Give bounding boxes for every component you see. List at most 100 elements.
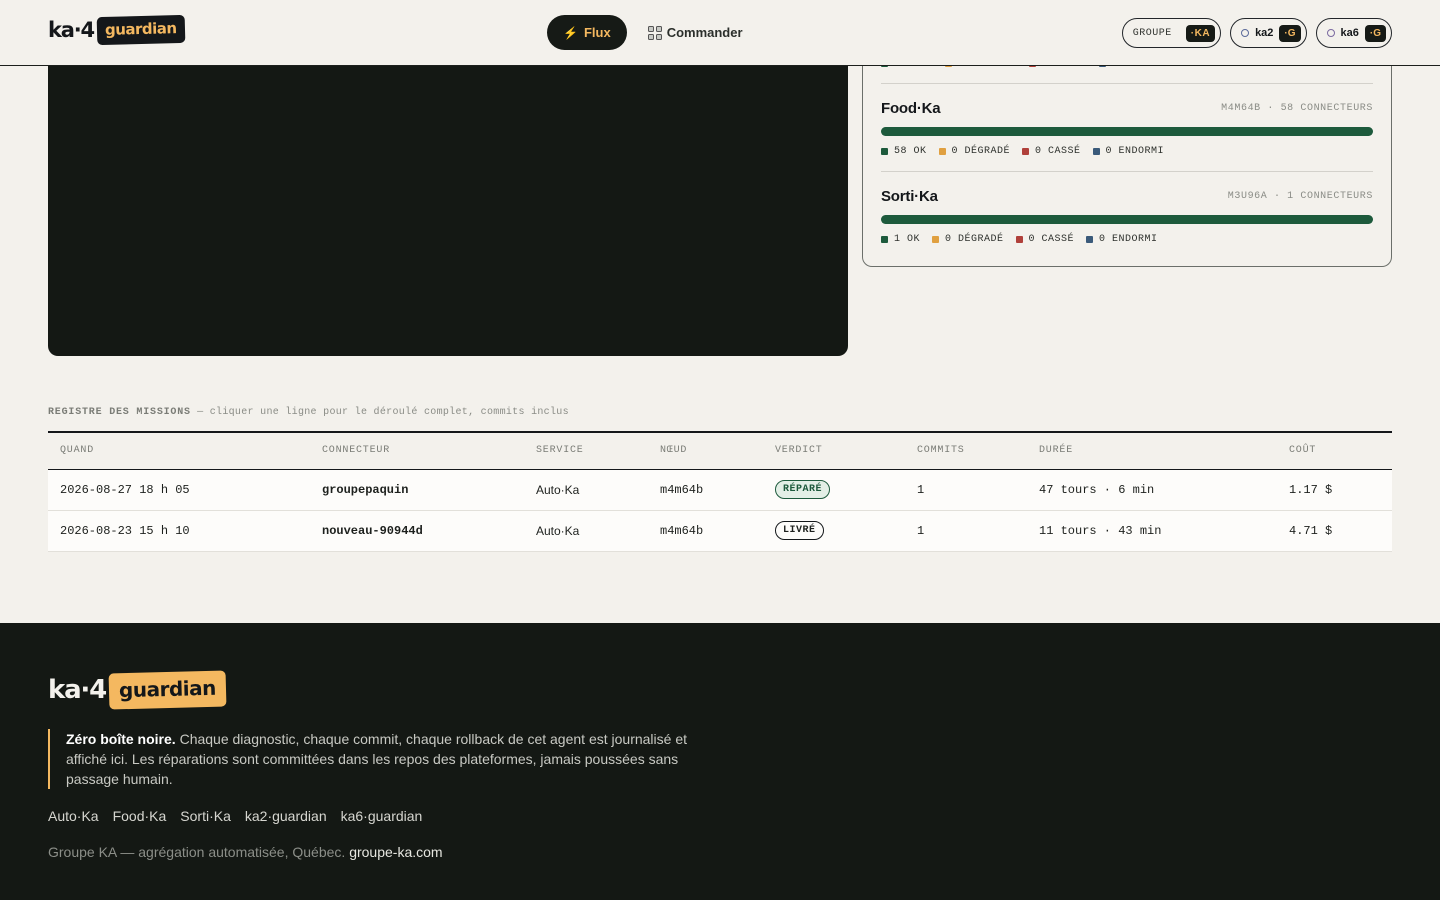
legend-endormi-label: 0 ENDORMI xyxy=(1099,234,1158,245)
cell-duree: 47 tours · 6 min xyxy=(1027,469,1277,511)
legend-endormi-label: 0 ENDORMI xyxy=(1105,146,1165,157)
legend-ok: 1 OK xyxy=(881,234,920,245)
registre-caption: REGISTRE DES MISSIONS — cliquer une lign… xyxy=(48,407,569,418)
legend-degrade: 0 DÉGRADÉ xyxy=(938,146,1011,157)
column-header[interactable]: DURÉE xyxy=(1027,432,1277,470)
grid-icon xyxy=(647,25,663,41)
footer-links: Auto·Ka Food·Ka Sorti·Ka ka2·guardian ka… xyxy=(48,808,422,824)
cell-quand: 2026-08-23 15 h 10 xyxy=(48,510,310,552)
service-meta: M4M64B · 58 CONNECTEURS xyxy=(1221,103,1373,114)
cell-connecteur: nouveau-90944d xyxy=(310,510,524,552)
legend-casse: 0 CASSÉ xyxy=(1022,146,1081,157)
groupe-pill[interactable]: GROUPE ·KA xyxy=(1121,18,1222,48)
status-dot-icon xyxy=(1241,29,1250,37)
nav-flux-button[interactable]: ⚡ Flux xyxy=(547,15,627,50)
legend-casse: 0 CASSÉ xyxy=(1015,234,1075,245)
legend-casse-label: 0 CASSÉ xyxy=(1028,234,1075,245)
nav-commander-label: Commander xyxy=(666,25,743,40)
endormi-square-icon xyxy=(1086,236,1094,243)
logo[interactable]: ka·4 guardian xyxy=(48,14,185,46)
cell-quand: 2026-08-27 18 h 05 xyxy=(48,469,310,511)
ka2-pill[interactable]: ka2 ·G xyxy=(1230,18,1307,48)
service-name: Sorti·Ka xyxy=(881,188,938,205)
ka6-pill[interactable]: ka6 ·G xyxy=(1315,18,1392,48)
groupe-pill-label: GROUPE xyxy=(1132,27,1172,39)
ok-square-icon xyxy=(881,148,888,155)
top-bar: ka·4 guardian ⚡ Flux Commander GROUPE ·K… xyxy=(0,0,1440,66)
registre-subtitle: — cliquer une ligne pour le déroulé comp… xyxy=(190,407,569,418)
status-dot-icon xyxy=(1326,29,1335,37)
cell-service: Auto·Ka xyxy=(524,510,648,552)
footer-copyright: Groupe KA — agrégation automatisée, Québ… xyxy=(48,844,443,860)
ka6-pill-name: ka6 xyxy=(1340,27,1359,39)
footer-link-ka2-guardian[interactable]: ka2·guardian xyxy=(245,808,327,824)
table-row[interactable]: 2026-08-27 18 h 05 groupepaquin Auto·Ka … xyxy=(48,469,1392,511)
nav-flux-label: Flux xyxy=(583,25,611,40)
health-bar xyxy=(881,215,1373,224)
column-header[interactable]: NŒUD xyxy=(648,432,763,470)
casse-square-icon xyxy=(1022,148,1030,155)
table-row[interactable]: 2026-08-23 15 h 10 nouveau-90944d Auto·K… xyxy=(48,510,1392,552)
copyright-text: Groupe KA — agrégation automatisée, Québ… xyxy=(48,844,350,860)
cell-duree: 11 tours · 43 min xyxy=(1027,510,1277,552)
cell-verdict: LIVRÉ xyxy=(763,510,905,552)
degrade-square-icon xyxy=(938,148,946,155)
footer-link-ka6-guardian[interactable]: ka6·guardian xyxy=(341,808,423,824)
footer-logo: ka·4 guardian xyxy=(48,670,227,710)
legend-degrade-label: 0 DÉGRADÉ xyxy=(951,146,1011,157)
service-block-food-ka[interactable]: Food·Ka M4M64B · 58 CONNECTEURS 58 OK 0 … xyxy=(881,100,1373,157)
casse-square-icon xyxy=(1015,236,1023,243)
lightning-icon: ⚡ xyxy=(563,25,578,40)
column-header[interactable]: COÛT xyxy=(1277,432,1392,470)
legend-casse-label: 0 CASSÉ xyxy=(1035,146,1081,157)
service-status-card: 145 OK 1 DÉGRADÉ 0 CASSÉ 0 ENDORMI Food·… xyxy=(862,40,1392,267)
ka6-pill-badge: ·G xyxy=(1364,24,1386,42)
cell-service: Auto·Ka xyxy=(524,469,648,511)
column-header[interactable]: COMMITS xyxy=(905,432,1027,470)
footer-link-food-ka[interactable]: Food·Ka xyxy=(113,808,167,824)
cell-verdict: RÉPARÉ xyxy=(763,469,905,511)
legend-degrade: 0 DÉGRADÉ xyxy=(932,234,1004,245)
verdict-badge: LIVRÉ xyxy=(775,521,824,540)
service-meta: M3U96A · 1 CONNECTEURS xyxy=(1227,191,1373,202)
cell-connecteur: groupepaquin xyxy=(310,469,524,511)
cell-noeud: m4m64b xyxy=(648,510,763,552)
footer: ka·4 guardian Zéro boîte noire. Chaque d… xyxy=(0,623,1440,900)
endormi-square-icon xyxy=(1092,148,1100,155)
legend-endormi: 0 ENDORMI xyxy=(1086,234,1158,245)
footer-logo-badge: guardian xyxy=(108,670,227,710)
statement-bold: Zéro boîte noire. xyxy=(66,731,176,747)
legend-ok-label: 58 OK xyxy=(894,146,927,157)
column-header[interactable]: QUAND xyxy=(48,432,310,470)
degrade-square-icon xyxy=(932,236,940,243)
service-legend: 1 OK 0 DÉGRADÉ 0 CASSÉ 0 ENDORMI xyxy=(881,234,1373,245)
cell-commits: 1 xyxy=(905,469,1027,511)
cell-cout: 1.17 $ xyxy=(1277,469,1392,511)
cell-noeud: m4m64b xyxy=(648,469,763,511)
registre-title: REGISTRE DES MISSIONS xyxy=(48,407,191,418)
health-bar xyxy=(881,127,1373,136)
ka2-pill-name: ka2 xyxy=(1255,27,1274,39)
cell-cout: 4.71 $ xyxy=(1277,510,1392,552)
footer-link-sorti-ka[interactable]: Sorti·Ka xyxy=(180,808,231,824)
footer-link-auto-ka[interactable]: Auto·Ka xyxy=(48,808,99,824)
service-block-sorti-ka[interactable]: Sorti·Ka M3U96A · 1 CONNECTEURS 1 OK 0 D… xyxy=(881,188,1373,245)
table-header-row: QUAND CONNECTEUR SERVICE NŒUD VERDICT CO… xyxy=(48,432,1392,470)
legend-ok-label: 1 OK xyxy=(894,234,921,245)
divider xyxy=(881,83,1373,84)
column-header[interactable]: SERVICE xyxy=(524,432,648,470)
legend-ok: 58 OK xyxy=(881,146,927,157)
ok-square-icon xyxy=(881,236,888,243)
service-legend: 58 OK 0 DÉGRADÉ 0 CASSÉ 0 ENDORMI xyxy=(881,146,1373,157)
groupe-ka-link[interactable]: groupe-ka.com xyxy=(349,844,442,860)
groupe-pill-badge: ·KA xyxy=(1185,24,1216,42)
instance-pills: GROUPE ·KA ka2 ·G ka6 ·G xyxy=(1121,18,1392,48)
footer-logo-text: ka·4 xyxy=(48,675,107,705)
legend-endormi: 0 ENDORMI xyxy=(1092,146,1165,157)
logo-badge: guardian xyxy=(96,14,185,46)
nav-commander-button[interactable]: Commander xyxy=(647,25,743,41)
column-header[interactable]: VERDICT xyxy=(763,432,905,470)
cell-commits: 1 xyxy=(905,510,1027,552)
column-header[interactable]: CONNECTEUR xyxy=(310,432,524,470)
live-flux-panel xyxy=(48,66,848,356)
